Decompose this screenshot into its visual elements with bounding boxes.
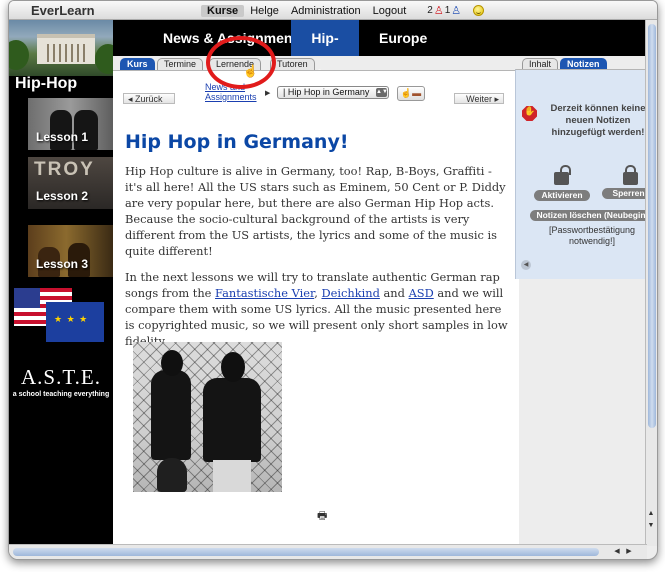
stop-hand-icon — [522, 106, 537, 121]
lock-open-icon[interactable] — [554, 165, 571, 185]
horizontal-scroll-thumb[interactable] — [13, 548, 599, 556]
notes-panel: Derzeit können keine neuen Notizen hinzu… — [515, 69, 657, 279]
figure-shape — [221, 352, 245, 382]
tree-shape — [9, 40, 29, 70]
arrow-right-icon: ▸ — [491, 94, 499, 104]
online-count-red: 2 — [427, 5, 433, 16]
school-tagline: a school teaching everything — [12, 391, 110, 398]
collapse-icon[interactable]: ◀ — [521, 260, 531, 270]
article: Hip Hop in Germany! Hip Hop culture is a… — [113, 131, 519, 359]
back-button-label: Zurück — [135, 94, 163, 104]
printer-icon[interactable]: 🖶 — [317, 507, 327, 526]
delete-notes-button[interactable]: Notizen löschen (Neubeginn) — [530, 210, 657, 221]
topnav-logout[interactable]: Logout — [367, 5, 413, 17]
smiley-icon[interactable] — [473, 5, 485, 16]
school-logo: A.S.T.E. a school teaching everything — [9, 365, 113, 398]
tree-shape — [95, 44, 113, 74]
hand-pointer-icon: ☝ — [400, 88, 413, 98]
figure-shape — [161, 350, 183, 376]
section-navigation: News & Assignments Hip-Hop Europe — [113, 20, 657, 82]
section-europe[interactable]: Europe — [369, 20, 437, 56]
course-sidebar: Hip-Hop Lesson 1 TROY Lesson 2 Lesson 3 … — [9, 20, 113, 546]
tab-termine[interactable]: Termine — [157, 58, 204, 70]
top-navigation: Kurse Helge Administration Logout 2 ♙ 1 … — [201, 2, 485, 19]
lesson-1-label: Lesson 1 — [36, 130, 89, 144]
article-title: Hip Hop in Germany! — [125, 131, 349, 153]
horizontal-scrollbar[interactable]: ◀ ▶ — [9, 544, 647, 559]
link-deichkind[interactable]: Deichkind — [321, 286, 379, 300]
scroll-down-icon[interactable]: ▼ — [645, 520, 657, 532]
online-count-blue: 1 — [444, 5, 451, 16]
lesson-2-label: Lesson 2 — [36, 189, 89, 203]
password-hint: [Passwortbestätigung notwendig!] — [548, 225, 636, 246]
flags-image — [14, 288, 106, 346]
page-select[interactable]: | Hip Hop in Germany ▲▼ — [277, 86, 389, 99]
school-name: A.S.T.E. — [21, 365, 101, 389]
tab-kurs[interactable]: Kurs — [120, 58, 155, 70]
activate-button[interactable]: Aktivieren — [534, 190, 590, 201]
paragraph-text: and — [379, 286, 409, 300]
scroll-right-icon[interactable]: ▶ — [623, 546, 635, 558]
link-asd[interactable]: ASD — [409, 286, 434, 300]
tag-icon: ▬ — [412, 88, 422, 98]
notes-notice-text: Derzeit können keine neuen Notizen hinzu… — [550, 103, 646, 138]
vertical-scrollbar[interactable]: ▲ ▼ — [645, 20, 657, 546]
section-hip-hop[interactable]: Hip-Hop — [291, 20, 359, 82]
page-navigation: ◂ Zurück News and Assignments ▶ | Hip Ho… — [121, 81, 513, 113]
figure-shape — [203, 378, 261, 462]
scroll-left-icon[interactable]: ◀ — [611, 546, 623, 558]
user-red-icon[interactable]: ♙ — [434, 4, 444, 17]
highlight-circle — [206, 36, 276, 89]
page-select-value: | Hip Hop in Germany — [283, 87, 370, 97]
tab-tutoren[interactable]: Tutoren — [270, 58, 315, 70]
artist-photo — [133, 342, 282, 492]
arrow-left-icon: ◂ — [128, 94, 136, 104]
sidebar-item-lesson-2[interactable]: TROY Lesson 2 — [28, 157, 113, 209]
tool-button[interactable]: ☝▬ — [397, 86, 425, 101]
user-blue-icon[interactable]: ♙ — [451, 4, 461, 17]
hand-cursor-icon: ☝ — [243, 64, 258, 78]
chevron-down-icon: ▲▼ — [376, 88, 388, 97]
online-status: 2 ♙ 1 ♙ — [426, 4, 485, 17]
browser-window: EverLearn Kurse Helge Administration Log… — [8, 0, 658, 560]
topnav-helge[interactable]: Helge — [244, 5, 285, 17]
figure-shape — [213, 460, 251, 492]
lock-closed-icon[interactable] — [623, 165, 638, 185]
figure-shape — [151, 370, 191, 460]
content-panel: ◂ Zurück News and Assignments ▶ | Hip Ho… — [113, 70, 519, 546]
scroll-up-icon[interactable]: ▲ — [645, 508, 657, 520]
topnav-kurse[interactable]: Kurse — [201, 4, 245, 17]
vertical-scroll-thumb[interactable] — [648, 24, 656, 428]
sidebar-item-lesson-3[interactable]: Lesson 3 — [28, 225, 113, 277]
course-title: Hip-Hop — [15, 75, 78, 92]
back-button[interactable]: ◂ Zurück — [123, 93, 175, 104]
lesson-3-label: Lesson 3 — [36, 257, 89, 271]
campus-image — [9, 20, 113, 76]
article-paragraph-2: In the next lessons we will try to trans… — [125, 269, 508, 349]
link-fantastische-vier[interactable]: Fantastische Vier — [215, 286, 314, 300]
top-menu-bar: EverLearn Kurse Helge Administration Log… — [9, 1, 657, 20]
next-button-label: Weiter — [466, 94, 492, 104]
lesson-2-artwork-text: TROY — [34, 159, 95, 180]
sidebar-item-lesson-1[interactable]: Lesson 1 — [28, 98, 113, 150]
figure-shape — [157, 458, 187, 492]
article-paragraph-1: Hip Hop culture is alive in Germany, too… — [125, 164, 506, 258]
topnav-administration[interactable]: Administration — [285, 5, 367, 17]
next-button[interactable]: Weiter ▸ — [454, 93, 504, 104]
building-shape — [37, 34, 95, 64]
arrow-right-icon: ▶ — [265, 90, 271, 97]
eu-flag-icon — [46, 302, 104, 342]
app-logo: EverLearn — [31, 3, 95, 18]
